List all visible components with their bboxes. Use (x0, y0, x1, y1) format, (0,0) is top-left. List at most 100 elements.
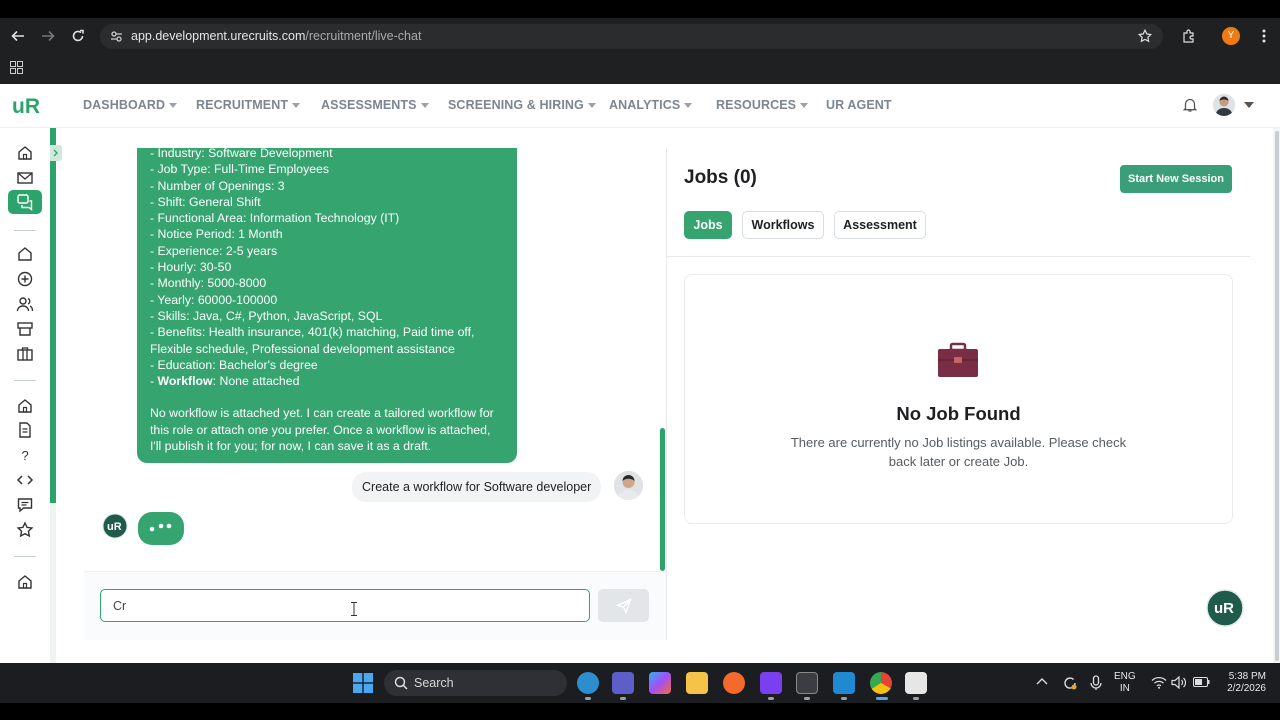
nav-ur-agent[interactable]: UR AGENT (826, 98, 892, 112)
chat-message-input[interactable] (100, 589, 590, 622)
ur-agent-avatar-icon: uR (102, 513, 128, 539)
sync-icon[interactable] (1062, 675, 1078, 691)
mail-icon[interactable] (16, 169, 34, 187)
nav-assessments[interactable]: ASSESSMENTS (321, 98, 429, 112)
add-circle-icon[interactable] (16, 270, 34, 288)
user-menu-chevron-icon[interactable] (1244, 102, 1254, 108)
star-icon[interactable] (16, 521, 34, 539)
empty-state-description: There are currently no Job listings avai… (790, 435, 1127, 469)
job-detail-line: - Monthly: 5000-8000 (150, 276, 267, 291)
bookmark-star-icon[interactable] (1138, 29, 1152, 43)
chat-scrollbar[interactable] (660, 428, 665, 571)
sidebar-accent-bar (50, 128, 56, 503)
page-scrollbar-thumb[interactable] (1275, 131, 1279, 661)
chevron-down-icon (169, 103, 178, 109)
job-detail-line: - Experience: 2-5 years (150, 243, 278, 258)
vpn-app-icon[interactable] (760, 672, 782, 694)
ur-agent-launcher[interactable]: uR (1206, 589, 1244, 627)
running-indicator (804, 697, 810, 700)
chevron-down-icon (800, 103, 809, 109)
taskbar-search[interactable]: Search (384, 670, 567, 696)
nav-analytics[interactable]: ANALYTICS (609, 98, 693, 112)
pipeline-icon[interactable] (16, 320, 34, 338)
briefcase-icon (937, 342, 979, 378)
chrome-app-icon[interactable] (870, 672, 892, 694)
home-alt-icon[interactable] (16, 397, 34, 415)
send-icon (615, 597, 632, 614)
running-indicator (585, 697, 591, 700)
windows-start-icon[interactable] (353, 673, 373, 693)
message-icon[interactable] (16, 496, 34, 514)
site-info-icon[interactable] (110, 30, 123, 43)
job-detail-line: Flexible schedule, Professional developm… (150, 341, 455, 356)
system-clock[interactable]: 5:38 PM 2/2/2026 (1212, 671, 1266, 695)
input-language[interactable]: ENG IN (1114, 671, 1136, 695)
microphone-icon[interactable] (1090, 675, 1102, 691)
home-icon[interactable] (16, 144, 34, 162)
volume-icon[interactable] (1171, 676, 1186, 689)
nav-resources[interactable]: RESOURCES (716, 98, 809, 112)
nav-dashboard[interactable]: DASHBOARD (83, 98, 178, 112)
job-detail-line: - Yearly: 60000-100000 (150, 292, 278, 307)
snipping-tool-icon[interactable] (905, 672, 927, 694)
empty-state-card (684, 274, 1233, 524)
sidebar-item-live-chat[interactable] (8, 190, 42, 214)
window-top-edge (0, 0, 1280, 18)
code-icon[interactable] (16, 471, 34, 489)
user-chat-avatar (614, 471, 643, 500)
nav-recruitment[interactable]: RECRUITMENT (196, 98, 301, 112)
sidebar-divider (14, 380, 36, 381)
tab-assessment[interactable]: Assessment (834, 211, 926, 239)
docker-app-icon[interactable] (577, 672, 599, 694)
user-avatar[interactable] (1213, 94, 1235, 116)
start-new-session-button[interactable]: Start New Session (1120, 165, 1232, 193)
copilot-app-icon[interactable] (649, 672, 671, 694)
profile-avatar[interactable]: Y (1222, 27, 1240, 45)
chevron-down-icon (292, 103, 301, 109)
document-icon[interactable] (16, 421, 34, 439)
file-explorer-icon[interactable] (686, 672, 708, 694)
building-icon[interactable] (16, 245, 34, 263)
running-indicator (620, 697, 626, 700)
teams-app-icon[interactable] (612, 672, 634, 694)
running-indicator (768, 697, 774, 700)
extensions-icon[interactable] (1176, 24, 1200, 48)
nav-screening-hiring[interactable]: SCREENING & HIRING (448, 98, 596, 112)
home-bottom-icon[interactable] (16, 573, 34, 591)
urecruits-logo[interactable]: uR (12, 93, 44, 117)
tray-overflow-icon[interactable] (1036, 677, 1048, 685)
svg-text:uR: uR (12, 95, 40, 117)
reload-icon[interactable] (66, 24, 90, 48)
job-detail-line: - Industry: Software Development (150, 146, 333, 160)
battery-icon[interactable] (1193, 677, 1210, 687)
briefcase-icon[interactable] (16, 345, 34, 363)
tab-workflows[interactable]: Workflows (742, 211, 824, 239)
wifi-icon[interactable] (1151, 676, 1167, 689)
vscode-app-icon[interactable] (833, 672, 855, 694)
users-icon[interactable] (16, 295, 34, 313)
tab-jobs[interactable]: Jobs (684, 211, 732, 239)
send-button[interactable] (598, 589, 649, 622)
back-icon[interactable] (6, 24, 30, 48)
text-cursor-icon (351, 602, 357, 616)
apps-grid-icon[interactable] (4, 55, 28, 79)
panel-divider (666, 148, 667, 640)
user-message-bubble: Create a workflow for Software developer (352, 472, 602, 502)
job-detail-line: - Shift: General Shift (150, 194, 261, 209)
browser-menu-icon[interactable] (1252, 24, 1276, 48)
terminal-app-icon[interactable] (796, 672, 818, 694)
help-icon[interactable]: ? (16, 446, 34, 464)
app-navbar: uR DASHBOARD RECRUITMENT ASSESSMENTS SCR… (0, 84, 1280, 128)
search-icon (394, 676, 408, 690)
empty-state-title: No Job Found (896, 403, 1021, 424)
forward-icon[interactable] (36, 24, 60, 48)
running-indicator (913, 697, 919, 700)
svg-text:uR: uR (107, 521, 122, 533)
sidebar-collapse-toggle[interactable] (50, 145, 62, 161)
postman-app-icon[interactable] (723, 672, 745, 694)
job-detail-line: - Number of Openings: 3 (150, 178, 285, 193)
address-bar[interactable]: app.development.urecruits.com/recruitmen… (100, 24, 1163, 49)
job-detail-line: - Benefits: Health insurance, 401(k) mat… (150, 325, 475, 340)
notification-bell-icon[interactable] (1182, 97, 1198, 113)
job-detail-line: - Hourly: 30-50 (150, 260, 232, 275)
